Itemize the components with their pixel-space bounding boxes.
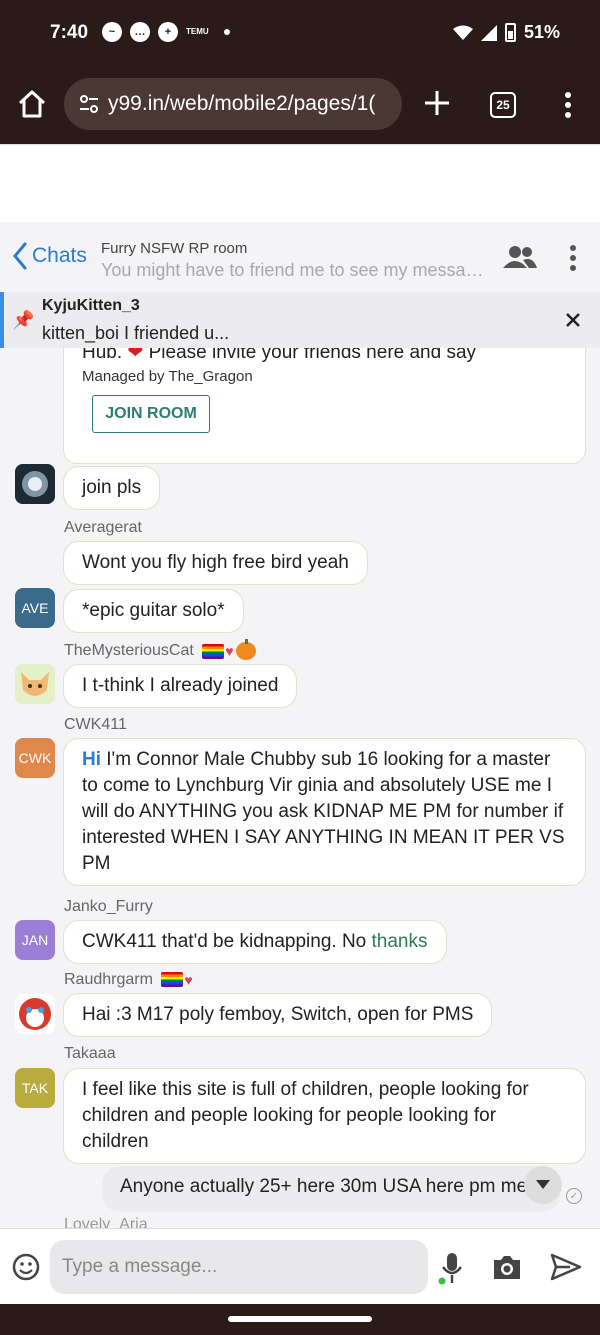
message-username[interactable]: Janko_Furry — [64, 898, 153, 916]
battery-icon — [504, 23, 516, 42]
heart-icon: ♥ — [184, 971, 193, 988]
message-bubble: Hi I'm Connor Male Chubby sub 16 looking… — [63, 738, 586, 886]
heart-icon: ♥ — [225, 643, 234, 659]
add-circle-icon: + — [158, 22, 178, 42]
message-username[interactable]: Takaaa — [64, 1045, 116, 1063]
message-bubble: I t-think I already joined — [63, 664, 298, 708]
fox-avatar-icon — [15, 664, 55, 704]
room-subtitle: You might have to friend me to see my me… — [101, 260, 485, 280]
room-name[interactable]: Furry NSFW RP room — [101, 240, 247, 257]
pinned-message[interactable]: 📌 KyjuKitten_3 kitten_boi I friended u..… — [0, 292, 600, 348]
avatar[interactable]: JAN — [15, 920, 55, 960]
temu-icon: TEMU — [186, 27, 209, 36]
message-username[interactable]: Lovely_Aria — [64, 1216, 148, 1228]
more-notifications-dot — [224, 29, 230, 35]
browser-menu-icon[interactable] — [558, 90, 578, 120]
avatar[interactable]: CWK — [15, 738, 55, 778]
dragon-avatar-icon — [15, 464, 55, 504]
heart-icon: ❤ — [127, 348, 144, 363]
message-username[interactable]: Averagerat — [64, 519, 142, 537]
avatar[interactable]: AVE — [15, 588, 55, 628]
avatar[interactable] — [15, 664, 55, 704]
url-bar[interactable]: y99.in/web/mobile2/pages/1( — [64, 78, 402, 130]
status-bar: 7:40 ~ … + TEMU 51% — [0, 0, 600, 66]
system-nav-bar — [0, 1304, 600, 1335]
room-managed-by: Managed by The_Gragon — [82, 368, 253, 385]
red-creature-avatar-icon — [15, 994, 55, 1034]
message-username-row: TheMysteriousCat ♥ — [64, 639, 256, 660]
highlighted-word: thanks — [371, 931, 428, 952]
signal-icon — [480, 24, 497, 41]
emoji-icon[interactable] — [12, 1253, 40, 1281]
members-icon[interactable] — [503, 244, 537, 270]
message-list[interactable]: Hub. ❤ Please invite your friends here a… — [0, 348, 600, 1228]
url-text: y99.in/web/mobile2/pages/1( — [108, 92, 376, 115]
browser-toolbar: y99.in/web/mobile2/pages/1( 25 — [0, 66, 600, 144]
message-bubble: join pls — [63, 466, 161, 510]
more-options-icon[interactable] — [564, 244, 582, 272]
message-bubble: Wont you fly high free bird yeah — [63, 541, 368, 585]
avatar[interactable]: TAK — [15, 1068, 55, 1108]
message-username[interactable]: CWK411 — [64, 716, 127, 734]
scroll-to-bottom-button[interactable] — [524, 1166, 562, 1204]
new-tab-icon[interactable] — [422, 88, 452, 118]
room-invite-card: Hub. ❤ Please invite your friends here a… — [63, 348, 586, 464]
message-bubble: CWK411 that'd be kidnapping. No thanks — [63, 920, 447, 964]
status-time: 7:40 — [50, 22, 89, 43]
home-gesture-handle[interactable] — [228, 1316, 372, 1322]
chat-bubble-icon: … — [130, 22, 150, 42]
pumpkin-icon — [235, 639, 256, 660]
message-input[interactable] — [50, 1240, 428, 1294]
battery-percent: 51% — [523, 22, 560, 42]
message-bubble: Hai :3 M17 poly femboy, Switch, open for… — [63, 993, 493, 1037]
send-icon[interactable] — [550, 1253, 582, 1281]
rainbow-flag-icon — [161, 972, 184, 988]
mention-text[interactable]: Hi — [82, 749, 101, 770]
outgoing-message-bubble: Anyone actually 25+ here 30m USA here pm… — [102, 1166, 560, 1212]
chevron-left-icon — [13, 242, 27, 270]
wifi-icon — [452, 25, 473, 40]
tab-count: 25 — [496, 98, 510, 112]
join-room-button[interactable]: JOIN ROOM — [92, 395, 210, 433]
chevron-down-icon — [536, 1180, 550, 1189]
message-username-row: Raudhrgarm ♥ — [64, 971, 193, 989]
system-status: 51% — [452, 22, 560, 43]
avatar[interactable] — [15, 994, 55, 1034]
tab-switcher-button[interactable]: 25 — [490, 92, 516, 118]
message-composer — [0, 1228, 600, 1304]
message-username[interactable]: TheMysteriousCat — [64, 642, 194, 659]
chat-header: Chats Furry NSFW RP room You might have … — [0, 222, 600, 292]
site-settings-icon[interactable] — [78, 93, 100, 115]
pinned-username: KyjuKitten_3 — [42, 297, 140, 314]
message-bubble: *epic guitar solo* — [63, 589, 244, 633]
message-username[interactable]: Raudhrgarm — [64, 971, 153, 988]
close-icon[interactable] — [562, 309, 584, 331]
back-to-chats-button[interactable]: Chats — [12, 242, 87, 270]
microphone-icon[interactable] — [438, 1251, 466, 1285]
pinned-text: kitten_boi I friended u... — [42, 323, 230, 343]
room-invite-text: Hub. ❤ Please invite your friends here a… — [82, 348, 476, 364]
back-label: Chats — [32, 244, 87, 267]
camera-icon[interactable] — [492, 1253, 522, 1281]
messenger-icon: ~ — [102, 22, 122, 42]
read-receipt-icon: ✓ — [566, 1188, 582, 1204]
avatar[interactable] — [15, 464, 55, 504]
message-bubble: I feel like this site is full of childre… — [63, 1068, 586, 1164]
notification-icons: ~ … + TEMU — [102, 22, 230, 42]
home-icon[interactable] — [16, 88, 48, 120]
rainbow-flag-icon — [202, 643, 225, 659]
pin-icon: 📌 — [12, 310, 35, 330]
page-blank-area — [0, 144, 600, 222]
